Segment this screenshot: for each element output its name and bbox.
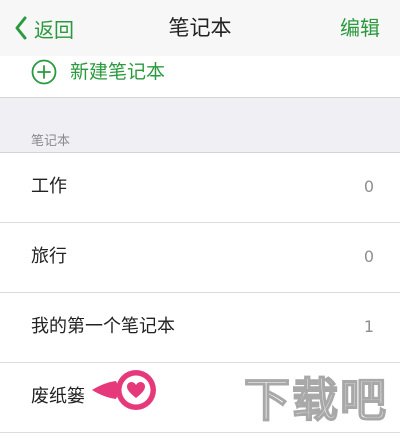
edit-button[interactable]: 编辑 (340, 13, 380, 43)
notebook-name: 旅行 (31, 246, 67, 267)
watermark: 下载吧 (243, 372, 388, 428)
plus-circle-icon (31, 59, 57, 85)
notebook-name: 工作 (31, 176, 67, 197)
notebook-count: 0 (363, 177, 374, 196)
notebook-row-work[interactable]: 工作 0 (0, 153, 400, 223)
notebook-count: 1 (363, 317, 374, 336)
new-notebook-button[interactable]: 新建笔记本 (0, 56, 400, 98)
notebook-name: 废纸篓 (31, 386, 85, 407)
navigation-bar: 返回 笔记本 编辑 (0, 0, 400, 57)
heart-marker-icon (92, 370, 156, 410)
notebook-row-travel[interactable]: 旅行 0 (0, 223, 400, 293)
notebook-name: 我的第一个笔记本 (31, 316, 175, 337)
section-header: 笔记本 (31, 134, 71, 149)
new-notebook-label: 新建笔记本 (70, 61, 166, 83)
notebook-count: 0 (363, 247, 374, 266)
notebook-row-first[interactable]: 我的第一个笔记本 1 (0, 293, 400, 363)
